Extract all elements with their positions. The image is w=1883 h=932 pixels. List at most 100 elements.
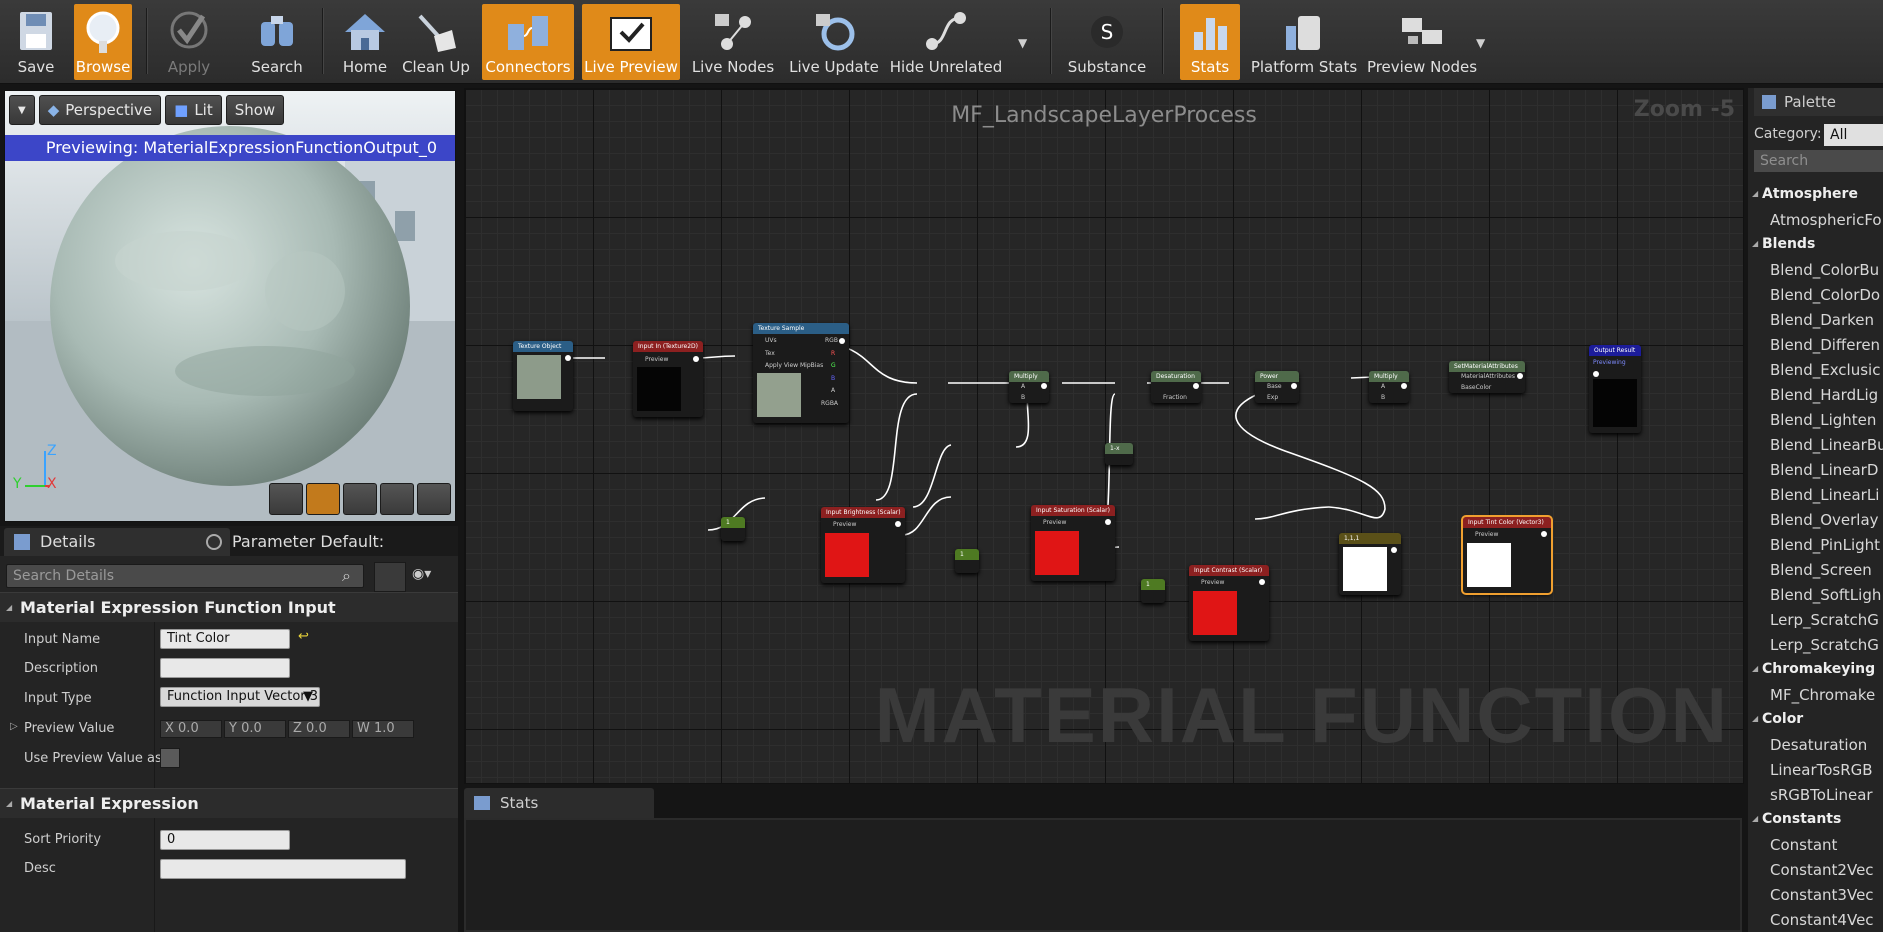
hide-unrelated-button[interactable]: Hide Unrelated [890, 4, 1002, 80]
tab-stats[interactable]: Stats [464, 788, 654, 818]
palette-category[interactable]: Chromakeying [1748, 661, 1875, 677]
preview-x-field[interactable]: X 0.0 [160, 720, 222, 738]
output-pin[interactable] [1105, 519, 1111, 525]
output-pin[interactable] [1401, 383, 1407, 389]
use-preview-checkbox[interactable] [160, 748, 180, 768]
hide-unrelated-dropdown-arrow[interactable]: ▼ [1018, 36, 1027, 50]
cube-shape-icon[interactable] [380, 483, 414, 515]
plane-shape-icon[interactable] [343, 483, 377, 515]
output-pin[interactable] [1041, 383, 1047, 389]
output-pin[interactable] [1259, 579, 1265, 585]
node-constant3vector[interactable]: 1,1,1 [1339, 533, 1401, 595]
category-select[interactable]: All [1824, 124, 1883, 146]
rgb-output-pin[interactable] [839, 338, 845, 344]
palette-item[interactable]: Blend_SoftLigh [1748, 586, 1881, 604]
palette-item[interactable]: Blend_LinearD [1748, 461, 1878, 479]
palette-search-input[interactable]: Search [1754, 150, 1883, 172]
perspective-button[interactable]: ◆ Perspective [38, 95, 162, 125]
home-button[interactable]: Home [336, 4, 394, 80]
cylinder-shape-icon[interactable] [269, 483, 303, 515]
node-power[interactable]: Power Base Exp [1255, 371, 1299, 403]
palette-item[interactable]: MF_Chromake [1748, 686, 1875, 704]
search-details-input[interactable]: Search Details [6, 564, 364, 588]
palette-item[interactable]: Blend_Lighten [1748, 411, 1876, 429]
substance-button[interactable]: S Substance [1066, 4, 1148, 80]
sphere-shape-icon[interactable] [306, 483, 340, 515]
sort-priority-field[interactable]: 0 [160, 830, 290, 850]
output-pin[interactable] [1291, 383, 1297, 389]
output-pin[interactable] [1193, 383, 1199, 389]
palette-item[interactable]: Blend_Exclusic [1748, 361, 1880, 379]
palette-item[interactable]: AtmosphericFo [1748, 211, 1882, 229]
palette-category[interactable]: Atmosphere [1748, 186, 1858, 202]
node-constant[interactable]: 1 [955, 549, 979, 573]
palette-item[interactable]: Constant3Vec [1748, 886, 1874, 904]
node-constant[interactable]: 1 [721, 517, 745, 541]
live-update-button[interactable]: Live Update [786, 4, 882, 80]
live-nodes-button[interactable]: Live Nodes [690, 4, 776, 80]
show-button[interactable]: Show [225, 95, 285, 125]
live-preview-button[interactable]: Live Preview [582, 4, 680, 80]
palette-item[interactable]: Blend_ColorBu [1748, 261, 1879, 279]
palette-item[interactable]: Lerp_ScratchG [1748, 611, 1879, 629]
palette-item[interactable]: Desaturation [1748, 736, 1867, 754]
browse-button[interactable]: Browse [74, 4, 132, 80]
input-pin[interactable] [1593, 371, 1599, 377]
input-name-field[interactable]: Tint Color [160, 629, 290, 649]
node-texture-sample[interactable]: Texture Sample UVs Tex Apply View MipBia… [753, 323, 849, 423]
palette-item[interactable]: sRGBToLinear [1748, 786, 1873, 804]
palette-item[interactable]: Blend_Differen [1748, 336, 1880, 354]
preview-y-field[interactable]: Y 0.0 [224, 720, 286, 738]
palette-item[interactable]: Blend_LinearBu [1748, 436, 1883, 454]
palette-item[interactable]: Constant [1748, 836, 1837, 854]
material-preview-viewport[interactable]: Z Y X ▼ ◆ Perspective ■ Lit Show Previewin… [4, 90, 456, 522]
expand-arrow-icon[interactable]: ▷ [10, 721, 18, 732]
save-button[interactable]: Save [6, 4, 66, 80]
section-material-expression[interactable]: Material Expression [0, 788, 458, 819]
node-input-tint-color[interactable]: Input Tint Color (Vector3) Preview [1461, 515, 1553, 595]
node-set-material-attributes[interactable]: SetMaterialAttributes MaterialAttributes… [1449, 361, 1525, 393]
tab-palette[interactable]: Palette [1754, 88, 1883, 116]
node-input-brightness[interactable]: Input Brightness (Scalar) Preview [821, 507, 905, 583]
preview-z-field[interactable]: Z 0.0 [288, 720, 350, 738]
output-pin[interactable] [895, 521, 901, 527]
input-type-select[interactable]: Function Input Vector 3 ▼ [160, 687, 320, 707]
output-pin[interactable] [1541, 531, 1547, 537]
stats-button[interactable]: Stats [1180, 4, 1240, 80]
material-graph-canvas[interactable]: MF_LandscapeLayerProcess Zoom -5 MATERIA… [464, 88, 1744, 784]
clean-up-button[interactable]: Clean Up [402, 4, 470, 80]
output-pin[interactable] [693, 356, 699, 362]
palette-category[interactable]: Color [1748, 711, 1803, 727]
node-multiply[interactable]: Multiply A B [1009, 371, 1049, 403]
node-one-minus[interactable]: 1-x [1105, 443, 1133, 465]
viewport-options-dropdown[interactable]: ▼ [9, 95, 35, 125]
palette-item[interactable]: Blend_HardLig [1748, 386, 1878, 404]
preview-nodes-dropdown-arrow[interactable]: ▼ [1476, 36, 1485, 50]
palette-item[interactable]: Blend_Screen [1748, 561, 1872, 579]
palette-item[interactable]: Constant4Vec [1748, 911, 1874, 929]
property-matrix-icon[interactable] [374, 562, 406, 592]
description-field[interactable] [160, 658, 290, 678]
tab-parameter-defaults[interactable]: Parameter Default: [196, 528, 412, 556]
apply-button[interactable]: Apply [160, 4, 218, 80]
palette-category[interactable]: Constants [1748, 811, 1841, 827]
eye-icon[interactable]: ◉▾ [412, 566, 431, 582]
preview-nodes-button[interactable]: Preview Nodes [1367, 4, 1477, 80]
node-input-in[interactable]: Input In (Texture2D) Preview [633, 341, 703, 417]
node-texture-object[interactable]: Texture Object [513, 341, 573, 411]
node-input-contrast[interactable]: Input Contrast (Scalar) Preview [1189, 565, 1269, 641]
palette-item[interactable]: Blend_Overlay [1748, 511, 1879, 529]
section-function-input[interactable]: Material Expression Function Input [0, 592, 458, 623]
preview-w-field[interactable]: W 1.0 [352, 720, 414, 738]
lit-button[interactable]: ■ Lit [165, 95, 222, 125]
output-pin[interactable] [1517, 373, 1523, 379]
search-button[interactable]: Search [246, 4, 308, 80]
reset-to-default-icon[interactable]: ↩ [298, 629, 309, 644]
node-output-result[interactable]: Output Result Previewing [1589, 345, 1641, 433]
palette-item[interactable]: LinearTosRGB [1748, 761, 1873, 779]
palette-item[interactable]: Lerp_ScratchG [1748, 636, 1879, 654]
node-constant[interactable]: 1 [1141, 579, 1165, 603]
palette-category[interactable]: Blends [1748, 236, 1815, 252]
custom-mesh-icon[interactable] [417, 483, 451, 515]
connectors-button[interactable]: Connectors [482, 4, 574, 80]
